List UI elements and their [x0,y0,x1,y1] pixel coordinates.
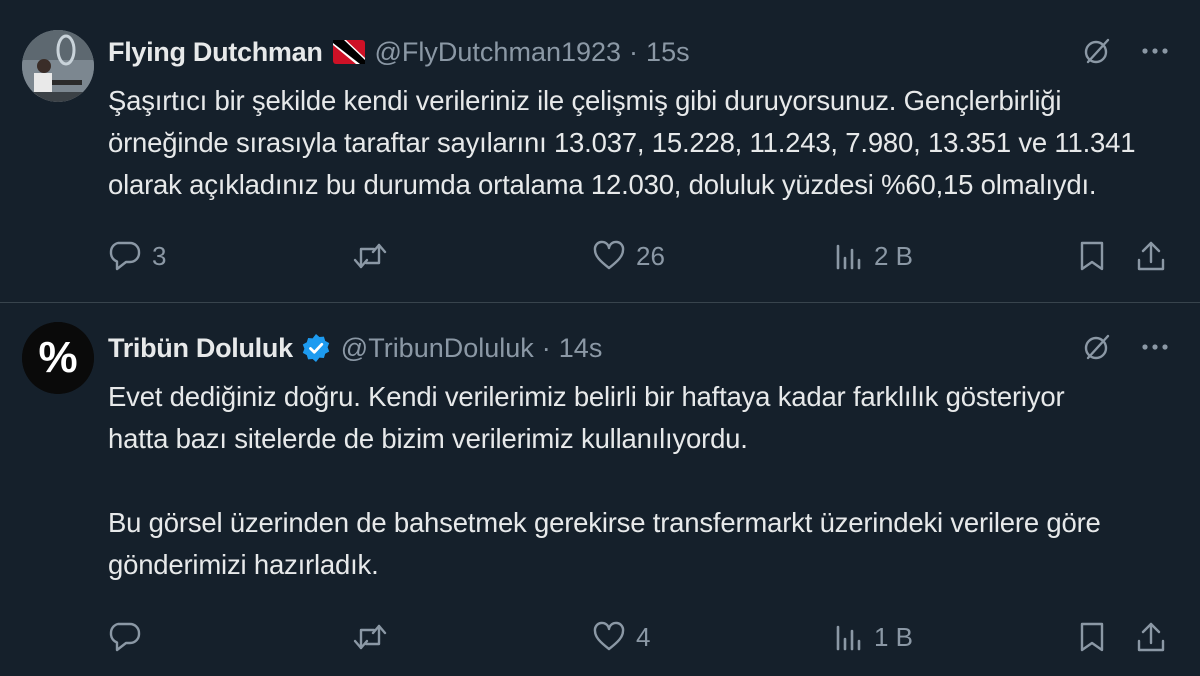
tweet-header: Flying Dutchman @FlyDutchman1923 · 15s [108,32,690,72]
tweet-text-line: hatta bazı sitelerde de bizim verilerimi… [108,423,748,454]
more-icon[interactable] [1140,36,1170,71]
retweet-button[interactable] [352,240,388,272]
views-button[interactable]: 2 B [834,240,913,272]
grok-icon[interactable] [1082,332,1112,367]
user-handle[interactable]: @TribunDoluluk [341,333,534,364]
reply-button[interactable]: 3 [108,240,166,272]
share-icon [1137,622,1165,652]
view-count: 2 B [874,240,914,271]
like-count: 4 [636,621,651,652]
separator-dot: · [541,332,551,363]
avatar-glyph: % [38,333,77,382]
tweet-header-actions [1082,332,1170,367]
like-count: 26 [636,240,665,271]
share-icon [1137,241,1165,271]
share-button[interactable] [1136,621,1166,653]
separator-dot: · [629,36,639,67]
bookmark-icon [1080,622,1104,652]
tweet-header-actions [1082,36,1170,71]
view-count: 1 B [874,621,914,652]
views-icon [836,625,861,651]
display-name[interactable]: Tribün Doluluk [108,333,293,364]
tweet-text-line: Bu görsel üzerinden de bahsetmek gerekir… [108,507,1101,538]
tweet-text-line: Evet dediğiniz doğru. Kendi verilerimiz … [108,381,1065,412]
like-icon [593,621,625,651]
bookmark-button[interactable] [1078,240,1106,272]
like-button[interactable]: 4 [592,621,650,653]
tweet-actions: 4 1 B [108,617,1168,657]
tweet-actions: 3 26 2 B [108,236,1168,276]
tweet-text: Şaşırtıcı bir şekilde kendi verileriniz … [108,80,1178,206]
views-button[interactable]: 1 B [834,621,913,653]
avatar[interactable]: % [22,322,94,394]
tweet-text: Evet dediğiniz doğru. Kendi verilerimiz … [108,376,1178,586]
views-icon [836,244,861,270]
reply-icon [109,241,141,271]
verified-badge-icon [301,333,331,363]
like-button[interactable]: 26 [592,240,665,272]
tweet-text-line: Şaşırtıcı bir şekilde kendi verileriniz … [108,85,1062,116]
display-name[interactable]: Flying Dutchman [108,37,323,68]
reply-icon [109,622,141,652]
retweet-icon [353,243,387,269]
share-button[interactable] [1136,240,1166,272]
tweet-text-line: olarak açıkladınız bu durumda ortalama 1… [108,169,1097,200]
like-icon [593,240,625,270]
tweet-text-line: gönderimizi hazırladık. [108,549,379,580]
timestamp[interactable]: 15s [646,37,690,68]
more-icon[interactable] [1140,332,1170,367]
reply-count: 3 [152,240,167,271]
bookmark-button[interactable] [1078,621,1106,653]
reply-button[interactable] [108,621,142,653]
retweet-button[interactable] [352,621,388,653]
bookmark-icon [1080,241,1104,271]
timestamp[interactable]: 14s [559,333,603,364]
user-handle[interactable]: @FlyDutchman1923 [375,37,622,68]
tweet-text-line: örneğinde sırasıyla taraftar sayılarını … [108,127,1136,158]
tweet-header: Tribün Doluluk @TribunDoluluk · 14s [108,328,602,368]
retweet-icon [353,624,387,650]
grok-icon[interactable] [1082,36,1112,71]
avatar[interactable] [22,30,94,102]
trinidad-and-tobago-flag-icon [332,40,365,64]
